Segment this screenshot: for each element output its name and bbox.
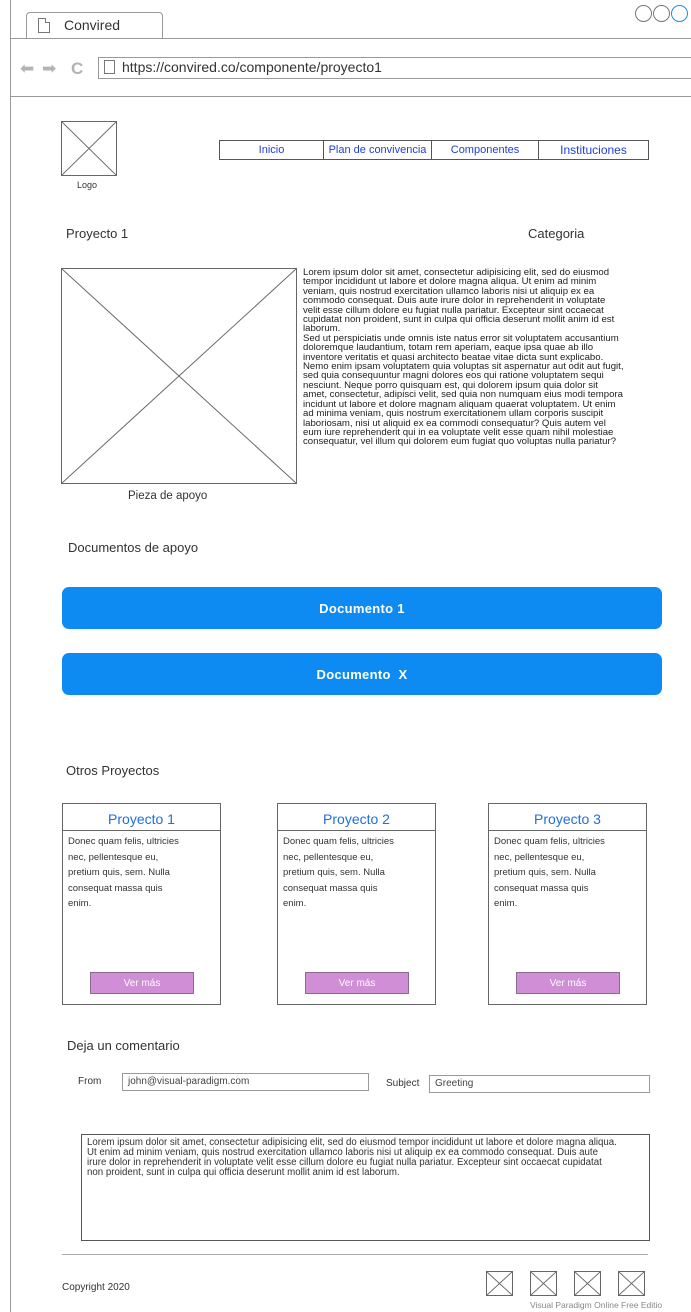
project-card-body: Donec quam felis, ultricies nec, pellent… — [68, 836, 179, 909]
logo-placeholder[interactable] — [61, 121, 117, 176]
window-minimize-icon[interactable] — [635, 5, 652, 22]
other-projects-heading: Otros Proyectos — [66, 763, 160, 778]
ver-mas-button[interactable]: Ver más — [90, 972, 194, 994]
image-placeholder-icon — [619, 1272, 644, 1295]
nav-item-componentes[interactable]: Componentes — [432, 141, 539, 159]
project-card: Proyecto 2 Donec quam felis, ultricies n… — [277, 803, 436, 1005]
url-text[interactable]: https://convired.co/componente/proyecto1 — [122, 59, 382, 75]
from-label: From — [78, 1076, 102, 1087]
watermark-text: Visual Paradigm Online Free Editio — [530, 1300, 663, 1310]
comment-textarea[interactable]: Lorem ipsum dolor sit amet, consectetur … — [81, 1134, 650, 1241]
support-image-placeholder[interactable] — [61, 268, 297, 484]
window-close-icon[interactable] — [671, 5, 688, 22]
reload-icon[interactable]: C — [71, 60, 83, 77]
image-placeholder-icon — [62, 122, 116, 175]
tab-title: Convired — [64, 17, 121, 33]
image-placeholder-icon — [531, 1272, 556, 1295]
footer-divider — [62, 1254, 648, 1255]
social-icon-placeholder[interactable] — [574, 1271, 601, 1296]
back-arrow-icon[interactable]: ⬅ — [20, 60, 34, 77]
social-icon-placeholder[interactable] — [486, 1271, 513, 1296]
ver-mas-button[interactable]: Ver más — [516, 972, 620, 994]
social-icon-placeholder[interactable] — [618, 1271, 645, 1296]
ver-mas-button[interactable]: Ver más — [305, 972, 409, 994]
copyright-text: Copyright 2020 — [62, 1282, 130, 1293]
main-nav: Inicio Plan de convivencia Componentes I… — [219, 140, 649, 160]
nav-item-instituciones[interactable]: Instituciones — [539, 141, 648, 159]
address-bar-divider — [10, 96, 691, 97]
tab-page-icon — [38, 18, 50, 33]
card-divider — [278, 830, 435, 831]
card-divider — [63, 830, 220, 831]
social-icon-placeholder[interactable] — [530, 1271, 557, 1296]
project-card-title[interactable]: Proyecto 3 — [489, 811, 646, 827]
from-field[interactable]: john@visual-paradigm.com — [122, 1073, 369, 1091]
document-1-label: Documento 1 — [319, 600, 405, 616]
subject-field[interactable]: Greeting — [429, 1075, 650, 1093]
document-1-button[interactable]: Documento 1 — [62, 587, 662, 629]
image-placeholder-icon — [487, 1272, 512, 1295]
document-x-label: Documento X — [316, 666, 408, 682]
comment-heading: Deja un comentario — [67, 1038, 180, 1053]
logo-label: Logo — [77, 180, 98, 190]
project-card-body: Donec quam felis, ultricies nec, pellent… — [283, 836, 394, 909]
project-card: Proyecto 3 Donec quam felis, ultricies n… — [488, 803, 647, 1005]
documents-heading: Documentos de apoyo — [68, 540, 199, 555]
subject-label: Subject — [386, 1078, 420, 1089]
card-divider — [489, 830, 646, 831]
project-description: Lorem ipsum dolor sit amet, consectetur … — [303, 267, 624, 448]
window-maximize-icon[interactable] — [653, 5, 670, 22]
project-card-title[interactable]: Proyecto 1 — [63, 811, 220, 827]
forward-arrow-icon[interactable]: ➡ — [42, 60, 56, 77]
image-placeholder-icon — [575, 1272, 600, 1295]
image-caption: Pieza de apoyo — [128, 490, 208, 502]
project-card: Proyecto 1 Donec quam felis, ultricies n… — [62, 803, 221, 1005]
image-placeholder-icon — [62, 269, 296, 483]
project-card-title[interactable]: Proyecto 2 — [278, 811, 435, 827]
tab-bar-divider — [10, 38, 691, 39]
document-x-button[interactable]: Documento X — [62, 653, 662, 695]
nav-item-plan-de-convivencia[interactable]: Plan de convivencia — [324, 141, 432, 159]
nav-item-inicio[interactable]: Inicio — [220, 141, 324, 159]
project-card-body: Donec quam felis, ultricies nec, pellent… — [494, 836, 605, 909]
project-category: Categoria — [528, 226, 585, 241]
project-title: Proyecto 1 — [66, 226, 129, 241]
url-page-icon — [104, 60, 115, 74]
